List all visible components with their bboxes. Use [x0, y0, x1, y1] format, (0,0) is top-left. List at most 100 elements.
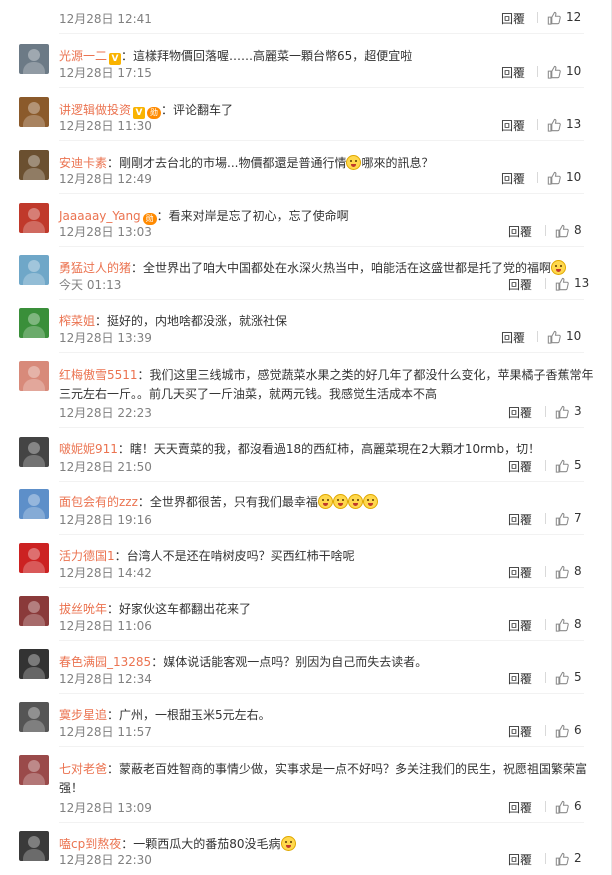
like-count: 7: [574, 511, 582, 525]
divider: [545, 853, 546, 864]
thumbs-up-icon[interactable]: [547, 10, 561, 25]
row-divider: [59, 640, 584, 641]
thumbs-up-icon[interactable]: [555, 223, 569, 238]
comment-body: ：挺好的，内地啥都没涨，就涨社保: [95, 314, 288, 328]
like-count: 2: [574, 851, 582, 865]
thumbs-up-icon[interactable]: [555, 276, 569, 291]
comment-body: ：台湾人不是还在啃树皮吗？买西红柿干啥呢: [114, 549, 355, 563]
divider: [545, 725, 546, 736]
row-divider: [59, 746, 584, 747]
divider: [537, 66, 538, 77]
reply-button[interactable]: 回覆: [508, 223, 532, 240]
reply-button[interactable]: 回覆: [501, 117, 525, 134]
thumbs-up-icon[interactable]: [555, 723, 569, 738]
username-link[interactable]: 春色满园_13285: [59, 655, 151, 669]
avatar[interactable]: [19, 702, 49, 732]
username-link[interactable]: Jaaaaay_Yang: [59, 209, 141, 223]
reply-button[interactable]: 回覆: [508, 511, 532, 528]
row-divider: [59, 246, 584, 247]
row-divider: [59, 427, 584, 428]
comment-text: 红梅傲雪5511：我们这里三线城市，感觉蔬菜水果之类的好几年了都没什么变化，苹果…: [59, 366, 599, 404]
avatar[interactable]: [19, 831, 49, 861]
like-count: 6: [574, 723, 582, 737]
thumbs-up-icon[interactable]: [547, 64, 561, 79]
divider: [545, 619, 546, 630]
username-link[interactable]: 红梅傲雪5511: [59, 368, 138, 382]
reply-button[interactable]: 回覆: [508, 799, 532, 816]
reply-button[interactable]: 回覆: [508, 564, 532, 581]
reply-button[interactable]: 回覆: [501, 329, 525, 346]
like-count: 5: [574, 458, 582, 472]
username-link[interactable]: 讲逻辑做投资: [59, 103, 131, 117]
reply-button[interactable]: 回覆: [501, 10, 525, 27]
avatar[interactable]: [19, 489, 49, 519]
username-link[interactable]: 啵妮妮911: [59, 442, 118, 456]
thumbs-up-icon[interactable]: [555, 404, 569, 419]
like-count: 8: [574, 223, 582, 237]
like-count: 8: [574, 564, 582, 578]
avatar[interactable]: [19, 755, 49, 785]
comment-body: ：评论翻车了: [161, 103, 234, 117]
reply-button[interactable]: 回覆: [508, 458, 532, 475]
avatar[interactable]: [19, 437, 49, 467]
reply-button[interactable]: 回覆: [501, 64, 525, 81]
username-link[interactable]: 光源一二: [59, 49, 107, 63]
comment-time: 12月28日 19:16: [59, 513, 152, 527]
reply-button[interactable]: 回覆: [508, 851, 532, 868]
username-link[interactable]: 寞步星追: [59, 708, 107, 722]
comment-body: ：看来对岸是忘了初心，忘了使命啊: [156, 209, 349, 223]
thumbs-up-icon[interactable]: [547, 117, 561, 132]
username-link[interactable]: 面包会有的zzz: [59, 495, 138, 509]
thumbs-up-icon[interactable]: [555, 799, 569, 814]
avatar[interactable]: [19, 97, 49, 127]
reply-button[interactable]: 回覆: [508, 276, 532, 293]
username-link[interactable]: 勇猛过人的猪: [59, 261, 131, 275]
username-link[interactable]: 拔丝吮年: [59, 602, 107, 616]
username-link[interactable]: 七对老爸: [59, 762, 107, 776]
comment-time: 12月28日 11:57: [59, 725, 152, 739]
reply-button[interactable]: 回覆: [501, 170, 525, 187]
username-link[interactable]: 活力德国1: [59, 549, 115, 563]
comment-time: 12月28日 22:30: [59, 853, 152, 867]
username-link[interactable]: 嗑cp到熬夜: [59, 837, 121, 851]
thumbs-up-icon[interactable]: [547, 329, 561, 344]
like-count: 12: [566, 10, 582, 24]
divider: [545, 225, 546, 236]
reply-button[interactable]: 回覆: [508, 670, 532, 687]
thumbs-up-icon[interactable]: [555, 851, 569, 866]
reply-button[interactable]: 回覆: [508, 617, 532, 634]
divider: [537, 172, 538, 183]
avatar[interactable]: [19, 361, 49, 391]
avatar[interactable]: [19, 308, 49, 338]
row-divider: [59, 534, 584, 535]
avatar[interactable]: [19, 649, 49, 679]
thumbs-up-icon[interactable]: [555, 564, 569, 579]
row-divider: [59, 33, 584, 34]
comment-text: 啵妮妮911：瞎！天天賣菜的我，都沒看過18的西紅柿，高麗菜現在2大顆才10rm…: [59, 440, 590, 459]
divider: [545, 566, 546, 577]
avatar[interactable]: [19, 543, 49, 573]
reply-button[interactable]: 回覆: [508, 404, 532, 421]
reply-button[interactable]: 回覆: [508, 723, 532, 740]
username-link[interactable]: 安迪卡素: [59, 156, 107, 170]
like-count: 13: [566, 117, 582, 131]
emoji-icon: [346, 155, 362, 170]
comment-list: 12月28日 12:41 回覆 12 光源一二 V ：這樣拜物價回落喔……高麗菜一顆台幣6…: [0, 0, 612, 875]
emoji-icon: [551, 260, 567, 275]
thumbs-up-icon[interactable]: [547, 170, 561, 185]
avatar[interactable]: [19, 44, 49, 74]
username-link[interactable]: 榨菜姐: [59, 314, 95, 328]
avatar[interactable]: [19, 150, 49, 180]
comment-body: ：這樣拜物價回落喔……高麗菜一顆台幣65，超便宜啦: [121, 49, 413, 63]
row-divider: [59, 299, 584, 300]
comment-time: 12月28日 13:39: [59, 331, 152, 345]
comment-time: 12月28日 13:03: [59, 225, 152, 239]
thumbs-up-icon[interactable]: [555, 511, 569, 526]
thumbs-up-icon[interactable]: [555, 458, 569, 473]
avatar[interactable]: [19, 596, 49, 626]
avatar[interactable]: [19, 255, 49, 285]
avatar[interactable]: [19, 203, 49, 233]
thumbs-up-icon[interactable]: [555, 670, 569, 685]
comment-body: ：好家伙这车都翻出花来了: [107, 602, 252, 616]
thumbs-up-icon[interactable]: [555, 617, 569, 632]
